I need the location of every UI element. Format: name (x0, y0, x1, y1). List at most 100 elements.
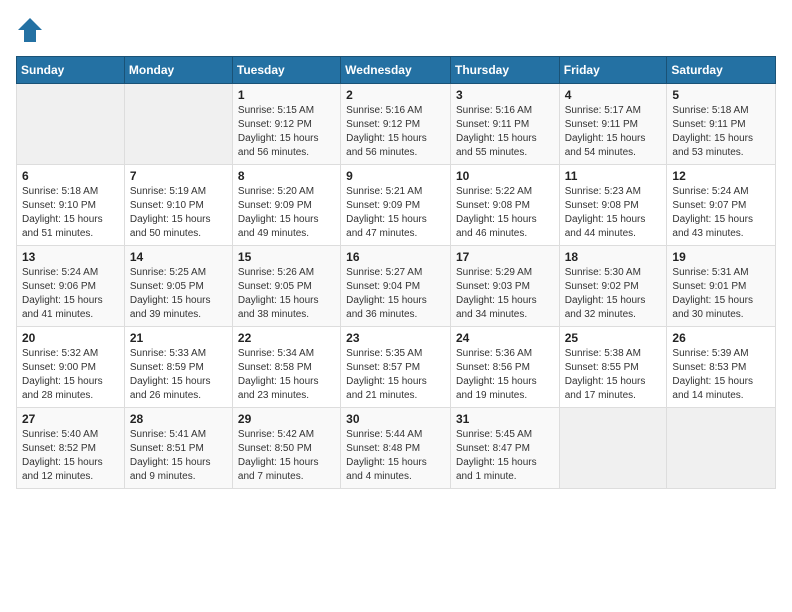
day-info: Sunrise: 5:30 AM Sunset: 9:02 PM Dayligh… (565, 266, 662, 322)
day-number: 16 (346, 250, 445, 264)
header-row: SundayMondayTuesdayWednesdayThursdayFrid… (17, 57, 776, 84)
calendar-cell (17, 84, 125, 165)
calendar-cell: 3 Sunrise: 5:16 AM Sunset: 9:11 PM Daylig… (450, 84, 559, 165)
day-number: 12 (672, 169, 770, 183)
week-row-2: 6Sunrise: 5:18 AM Sunset: 9:10 PM Daylig… (17, 165, 776, 246)
header-thursday: Thursday (450, 57, 559, 84)
calendar-header: SundayMondayTuesdayWednesdayThursdayFrid… (17, 57, 776, 84)
calendar-cell: 18 Sunrise: 5:30 AM Sunset: 9:02 PM Dayli… (559, 246, 667, 327)
header-friday: Friday (559, 57, 667, 84)
header-saturday: Saturday (667, 57, 776, 84)
day-number: 25 (565, 331, 662, 345)
day-number: 18 (565, 250, 662, 264)
day-info: Sunrise: 5:27 AM Sunset: 9:04 PM Dayligh… (346, 266, 445, 322)
calendar-cell (124, 84, 232, 165)
day-info: Sunrise: 5:23 AM Sunset: 9:08 PM Dayligh… (565, 185, 662, 241)
calendar-cell: 1 Sunrise: 5:15 AM Sunset: 9:12 PM Daylig… (232, 84, 340, 165)
calendar-body: 1 Sunrise: 5:15 AM Sunset: 9:12 PM Daylig… (17, 84, 776, 489)
header-monday: Monday (124, 57, 232, 84)
day-info: Sunrise: 5:42 AM Sunset: 8:50 PM Dayligh… (238, 428, 335, 484)
calendar-cell: 8 Sunrise: 5:20 AM Sunset: 9:09 PM Daylig… (232, 165, 340, 246)
day-number: 20 (22, 331, 119, 345)
day-info: Sunrise: 5:19 AM Sunset: 9:10 PM Dayligh… (130, 185, 227, 241)
day-info: Sunrise: 5:24 AM Sunset: 9:06 PM Dayligh… (22, 266, 119, 322)
calendar-cell: 22Sunrise: 5:34 AM Sunset: 8:58 PM Dayli… (232, 327, 340, 408)
day-number: 29 (238, 412, 335, 426)
calendar-cell (667, 408, 776, 489)
day-info: Sunrise: 5:35 AM Sunset: 8:57 PM Dayligh… (346, 347, 445, 403)
day-info: Sunrise: 5:45 AM Sunset: 8:47 PM Dayligh… (456, 428, 554, 484)
calendar-cell: 20Sunrise: 5:32 AM Sunset: 9:00 PM Dayli… (17, 327, 125, 408)
day-info: Sunrise: 5:41 AM Sunset: 8:51 PM Dayligh… (130, 428, 227, 484)
day-number: 21 (130, 331, 227, 345)
day-number: 6 (22, 169, 119, 183)
day-number: 9 (346, 169, 445, 183)
day-number: 26 (672, 331, 770, 345)
calendar-cell: 16 Sunrise: 5:27 AM Sunset: 9:04 PM Dayli… (341, 246, 451, 327)
day-number: 13 (22, 250, 119, 264)
calendar-table: SundayMondayTuesdayWednesdayThursdayFrid… (16, 56, 776, 489)
week-row-3: 13 Sunrise: 5:24 AM Sunset: 9:06 PM Dayli… (17, 246, 776, 327)
day-number: 10 (456, 169, 554, 183)
day-info: Sunrise: 5:31 AM Sunset: 9:01 PM Dayligh… (672, 266, 770, 322)
day-info: Sunrise: 5:25 AM Sunset: 9:05 PM Dayligh… (130, 266, 227, 322)
calendar-cell: 4Sunrise: 5:17 AM Sunset: 9:11 PM Daylig… (559, 84, 667, 165)
calendar-cell: 26Sunrise: 5:39 AM Sunset: 8:53 PM Dayli… (667, 327, 776, 408)
header-wednesday: Wednesday (341, 57, 451, 84)
calendar-cell: 14 Sunrise: 5:25 AM Sunset: 9:05 PM Dayli… (124, 246, 232, 327)
day-info: Sunrise: 5:40 AM Sunset: 8:52 PM Dayligh… (22, 428, 119, 484)
day-number: 14 (130, 250, 227, 264)
calendar-cell: 9Sunrise: 5:21 AM Sunset: 9:09 PM Daylig… (341, 165, 451, 246)
day-info: Sunrise: 5:36 AM Sunset: 8:56 PM Dayligh… (456, 347, 554, 403)
day-info: Sunrise: 5:20 AM Sunset: 9:09 PM Dayligh… (238, 185, 335, 241)
week-row-4: 20Sunrise: 5:32 AM Sunset: 9:00 PM Dayli… (17, 327, 776, 408)
day-number: 22 (238, 331, 335, 345)
day-info: Sunrise: 5:18 AM Sunset: 9:11 PM Dayligh… (672, 104, 770, 160)
day-number: 7 (130, 169, 227, 183)
day-info: Sunrise: 5:29 AM Sunset: 9:03 PM Dayligh… (456, 266, 554, 322)
day-info: Sunrise: 5:22 AM Sunset: 9:08 PM Dayligh… (456, 185, 554, 241)
week-row-5: 27 Sunrise: 5:40 AM Sunset: 8:52 PM Dayli… (17, 408, 776, 489)
day-info: Sunrise: 5:44 AM Sunset: 8:48 PM Dayligh… (346, 428, 445, 484)
week-row-1: 1 Sunrise: 5:15 AM Sunset: 9:12 PM Daylig… (17, 84, 776, 165)
day-info: Sunrise: 5:38 AM Sunset: 8:55 PM Dayligh… (565, 347, 662, 403)
calendar-cell: 28 Sunrise: 5:41 AM Sunset: 8:51 PM Dayli… (124, 408, 232, 489)
day-info: Sunrise: 5:17 AM Sunset: 9:11 PM Dayligh… (565, 104, 662, 160)
page-header (16, 16, 776, 44)
day-number: 8 (238, 169, 335, 183)
day-info: Sunrise: 5:33 AM Sunset: 8:59 PM Dayligh… (130, 347, 227, 403)
day-number: 1 (238, 88, 335, 102)
calendar-cell: 19 Sunrise: 5:31 AM Sunset: 9:01 PM Dayli… (667, 246, 776, 327)
calendar-cell: 11 Sunrise: 5:23 AM Sunset: 9:08 PM Dayli… (559, 165, 667, 246)
calendar-cell: 15Sunrise: 5:26 AM Sunset: 9:05 PM Dayli… (232, 246, 340, 327)
day-number: 24 (456, 331, 554, 345)
calendar-cell: 17 Sunrise: 5:29 AM Sunset: 9:03 PM Dayli… (450, 246, 559, 327)
day-number: 19 (672, 250, 770, 264)
day-info: Sunrise: 5:24 AM Sunset: 9:07 PM Dayligh… (672, 185, 770, 241)
logo (16, 16, 48, 44)
day-number: 28 (130, 412, 227, 426)
day-number: 5 (672, 88, 770, 102)
calendar-cell: 23 Sunrise: 5:35 AM Sunset: 8:57 PM Dayli… (341, 327, 451, 408)
logo-icon (16, 16, 44, 44)
calendar-cell: 13 Sunrise: 5:24 AM Sunset: 9:06 PM Dayli… (17, 246, 125, 327)
day-number: 17 (456, 250, 554, 264)
calendar-cell: 30Sunrise: 5:44 AM Sunset: 8:48 PM Dayli… (341, 408, 451, 489)
calendar-cell: 29 Sunrise: 5:42 AM Sunset: 8:50 PM Dayli… (232, 408, 340, 489)
calendar-cell: 21 Sunrise: 5:33 AM Sunset: 8:59 PM Dayli… (124, 327, 232, 408)
header-sunday: Sunday (17, 57, 125, 84)
day-number: 27 (22, 412, 119, 426)
calendar-cell: 2Sunrise: 5:16 AM Sunset: 9:12 PM Daylig… (341, 84, 451, 165)
day-info: Sunrise: 5:15 AM Sunset: 9:12 PM Dayligh… (238, 104, 335, 160)
calendar-cell: 25 Sunrise: 5:38 AM Sunset: 8:55 PM Dayli… (559, 327, 667, 408)
day-number: 11 (565, 169, 662, 183)
calendar-cell: 31 Sunrise: 5:45 AM Sunset: 8:47 PM Dayli… (450, 408, 559, 489)
day-number: 31 (456, 412, 554, 426)
day-number: 3 (456, 88, 554, 102)
calendar-cell: 7 Sunrise: 5:19 AM Sunset: 9:10 PM Daylig… (124, 165, 232, 246)
day-info: Sunrise: 5:16 AM Sunset: 9:11 PM Dayligh… (456, 104, 554, 160)
day-number: 23 (346, 331, 445, 345)
calendar-cell (559, 408, 667, 489)
day-number: 15 (238, 250, 335, 264)
day-info: Sunrise: 5:16 AM Sunset: 9:12 PM Dayligh… (346, 104, 445, 160)
